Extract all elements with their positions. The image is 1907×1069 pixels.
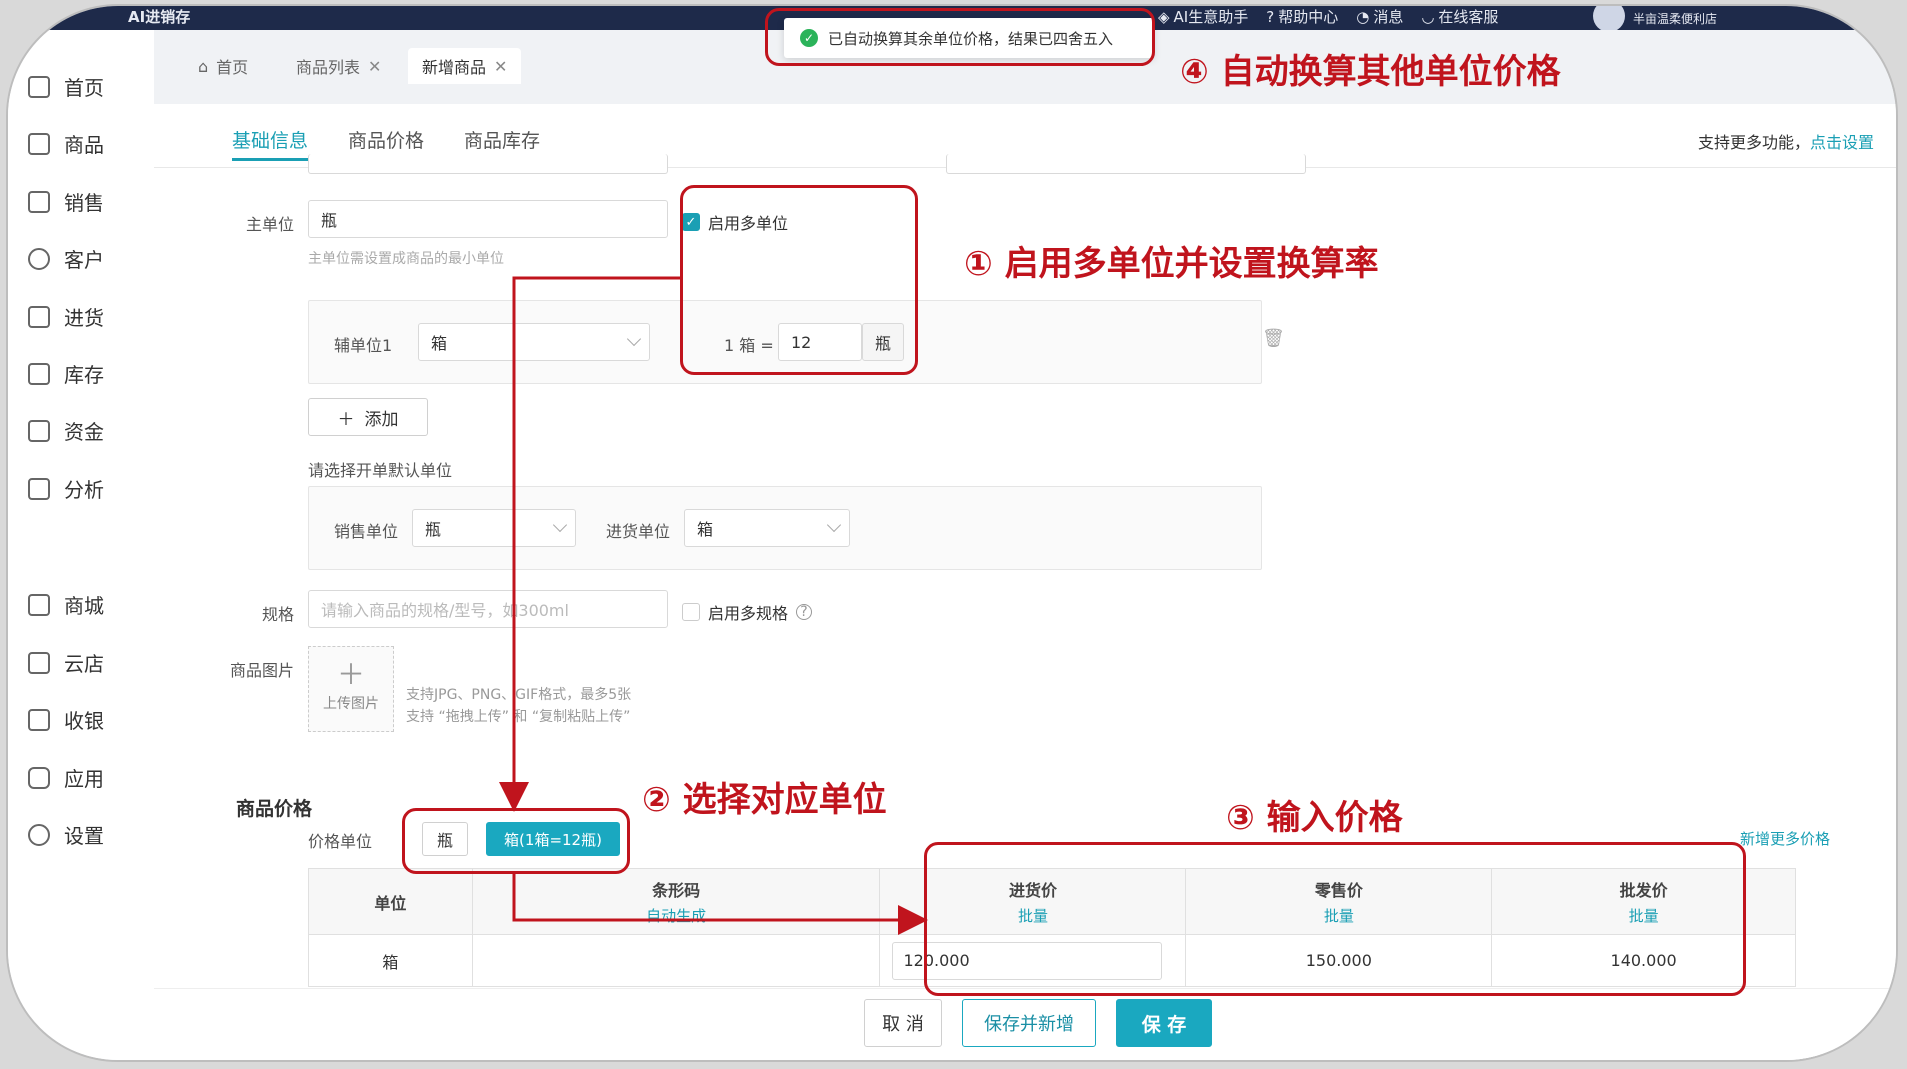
toast-highlight xyxy=(765,8,1155,66)
question-icon: ? xyxy=(796,604,813,620)
online-service-link[interactable]: ◡ 在线客服 xyxy=(1421,6,1498,28)
annotation-step3: ③ 输入价格 xyxy=(1226,798,1403,838)
purchase-icon xyxy=(28,305,50,328)
close-icon[interactable]: ✕ xyxy=(368,57,381,76)
aux-unit-select[interactable]: 箱 xyxy=(418,323,650,361)
upload-image-button[interactable]: ＋ 上传图片 xyxy=(308,646,394,732)
home-icon: ⌂ xyxy=(198,56,209,76)
spec-label: 规格 xyxy=(261,605,294,624)
main-unit-input[interactable]: 瓶 xyxy=(308,200,668,238)
top-links: ◈ AI生意助手 ? 帮助中心 ◔ 消息 ◡ 在线客服 xyxy=(1158,6,1498,28)
unit-select-highlight xyxy=(402,808,630,874)
ai-assistant-link[interactable]: ◈ AI生意助手 xyxy=(1158,6,1248,28)
sidebar-item-cloud-store[interactable]: 云店 xyxy=(28,648,104,677)
more-features-note: 支持更多功能，点击设置 xyxy=(1697,133,1874,152)
main-unit-hint: 主单位需设置成商品的最小单位 xyxy=(308,251,504,267)
annotation-step4: ④ 自动换算其他单位价格 xyxy=(1180,52,1561,92)
inventory-icon xyxy=(28,362,50,385)
tab-product-price[interactable]: 商品价格 xyxy=(348,126,424,153)
product-icon xyxy=(28,132,50,155)
checkbox-icon xyxy=(682,603,700,621)
sidebar-item-apps[interactable]: 应用 xyxy=(28,763,104,792)
add-more-prices-link[interactable]: 新增更多价格 xyxy=(1740,828,1830,849)
textarea-above[interactable] xyxy=(946,154,1306,174)
sidebar-item-settings[interactable]: 设置 xyxy=(28,820,104,849)
question-icon: ? xyxy=(1266,8,1275,26)
sidebar-item-cashier[interactable]: 收银 xyxy=(28,705,104,734)
close-icon[interactable]: ✕ xyxy=(494,57,507,76)
app-title: AI进销存 xyxy=(128,8,191,26)
sidebar-item-mall[interactable]: 商城 xyxy=(28,590,104,619)
save-button[interactable]: 保 存 xyxy=(1116,999,1212,1047)
chevron-down-icon xyxy=(552,517,568,533)
trash-icon[interactable]: 🗑 xyxy=(1262,328,1285,349)
upload-hint-2: 支持 “拖拽上传” 和 “复制粘贴上传” xyxy=(406,709,631,725)
main-unit-label: 主单位 xyxy=(245,215,294,234)
chevron-down-icon xyxy=(826,517,842,533)
aux-unit-label: 辅单位1 xyxy=(334,336,393,355)
avatar[interactable] xyxy=(1593,6,1625,32)
mall-icon xyxy=(28,593,50,616)
sidebar-item-home[interactable]: 首页 xyxy=(28,72,104,101)
default-unit-title: 请选择开单默认单位 xyxy=(308,461,453,480)
purchase-unit-select[interactable]: 箱 xyxy=(684,509,850,547)
plus-icon: ＋ xyxy=(337,409,355,430)
sidebar-item-funds[interactable]: 资金 xyxy=(28,416,104,445)
sidebar-item-inventory[interactable]: 库存 xyxy=(28,359,104,388)
plus-icon: ＋ xyxy=(336,658,365,691)
click-settings-link[interactable]: 点击设置 xyxy=(1810,133,1874,152)
customer-icon xyxy=(28,247,50,270)
multi-spec-checkbox[interactable]: 启用多规格? xyxy=(682,600,813,624)
row-unit: 箱 xyxy=(308,934,473,987)
cancel-button[interactable]: 取 消 xyxy=(864,999,942,1047)
tab-home[interactable]: ⌂ 首页 xyxy=(184,48,262,84)
sales-icon xyxy=(28,190,50,213)
spec-input[interactable]: 请输入商品的规格/型号，如300ml xyxy=(308,590,668,628)
tab-product-stock[interactable]: 商品库存 xyxy=(464,126,540,153)
robot-icon: ◈ xyxy=(1158,8,1170,26)
analysis-icon xyxy=(28,477,50,500)
sidebar: 首页 商品 销售 客户 进货 库存 资金 分析 商城 云店 收银 应用 设置 xyxy=(8,30,154,1060)
cloud-store-icon xyxy=(28,651,50,674)
chevron-down-icon xyxy=(626,331,642,347)
annotation-step2: ② 选择对应单位 xyxy=(642,780,887,820)
price-section-title: 商品价格 xyxy=(236,798,313,820)
cashier-icon xyxy=(28,708,50,731)
col-barcode: 条形码 自动生成 xyxy=(471,868,881,935)
sidebar-item-customer[interactable]: 客户 xyxy=(28,244,104,273)
upload-hint-1: 支持JPG、PNG、GIF格式，最多5张 xyxy=(406,687,632,703)
image-label: 商品图片 xyxy=(229,661,294,680)
shop-name[interactable]: 半亩温柔便利店 xyxy=(1633,12,1717,26)
price-unit-label: 价格单位 xyxy=(308,832,373,851)
messages-link[interactable]: ◔ 消息 xyxy=(1356,6,1403,28)
tab-basic-info[interactable]: 基础信息 xyxy=(232,126,309,161)
headset-icon: ◡ xyxy=(1421,8,1435,26)
multi-unit-highlight xyxy=(680,185,918,375)
settings-icon xyxy=(28,823,50,846)
apps-icon xyxy=(28,766,50,789)
auto-generate-link[interactable]: 自动生成 xyxy=(473,905,880,926)
funds-icon xyxy=(28,419,50,442)
home-icon xyxy=(28,75,50,98)
tab-new-product[interactable]: 新增商品 ✕ xyxy=(408,48,522,84)
bell-icon: ◔ xyxy=(1356,8,1370,26)
help-center-link[interactable]: ? 帮助中心 xyxy=(1266,6,1338,28)
sidebar-item-purchase[interactable]: 进货 xyxy=(28,302,104,331)
tab-product-list[interactable]: 商品列表 ✕ xyxy=(282,48,395,84)
add-unit-button[interactable]: ＋添加 xyxy=(308,398,428,436)
row-barcode[interactable] xyxy=(471,934,881,987)
purchase-unit-label: 进货单位 xyxy=(606,522,671,541)
sidebar-item-product[interactable]: 商品 xyxy=(28,129,104,158)
col-unit: 单位 xyxy=(308,868,473,935)
field-above[interactable] xyxy=(308,154,668,174)
footer-bar: 取 消 保存并新增 保 存 xyxy=(154,988,1896,1060)
annotation-step1: ① 启用多单位并设置换算率 xyxy=(964,244,1379,284)
save-and-new-button[interactable]: 保存并新增 xyxy=(962,999,1096,1047)
sales-unit-select[interactable]: 瓶 xyxy=(412,509,576,547)
price-input-highlight xyxy=(924,842,1746,996)
sales-unit-label: 销售单位 xyxy=(334,522,399,541)
sidebar-item-analysis[interactable]: 分析 xyxy=(28,474,104,503)
sidebar-item-sales[interactable]: 销售 xyxy=(28,187,104,216)
